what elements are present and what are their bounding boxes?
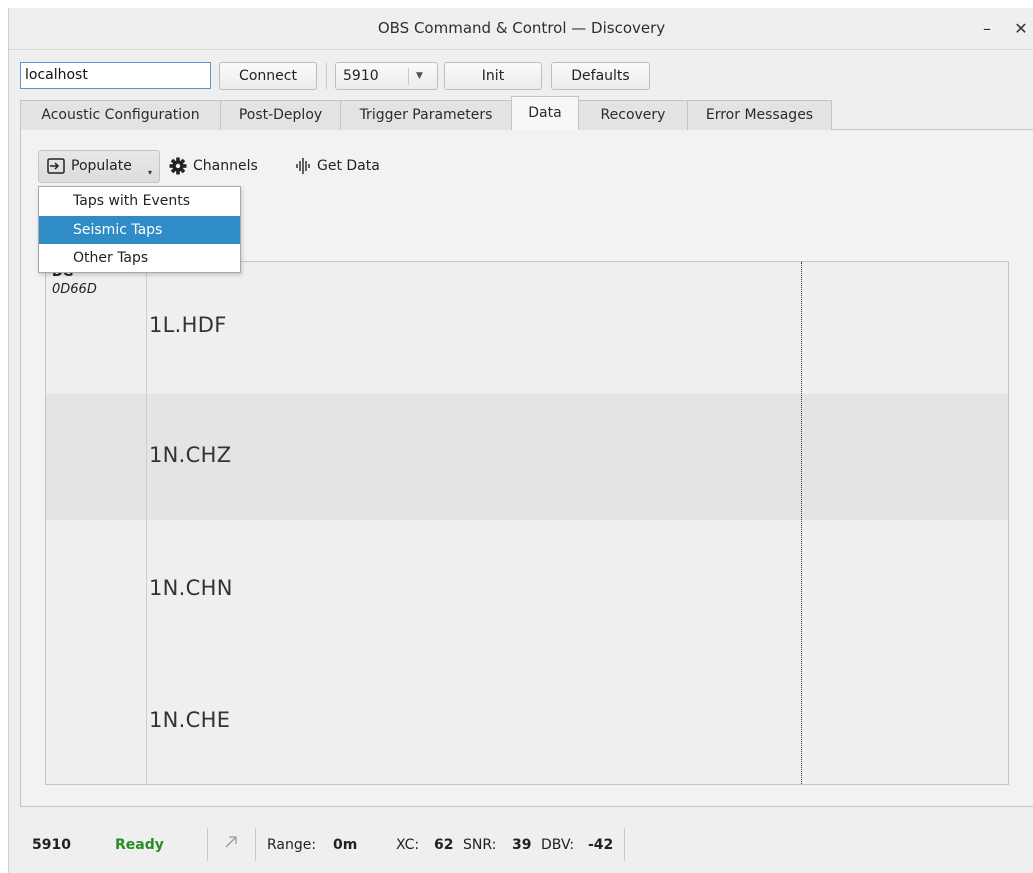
waveform-plot[interactable]: 1L.HDF 1N.CHZ 1N.CHN 1N.CHE DG 0D66D [45, 261, 1009, 785]
tab-acoustic-configuration[interactable]: Acoustic Configuration [20, 100, 221, 130]
station-id: 0D66D [52, 282, 97, 297]
populate-menu: Taps with Events Seismic Taps Other Taps [38, 186, 241, 273]
port-select[interactable]: 5910 ▼ [335, 62, 438, 90]
channel-row: 1L.HDF [46, 262, 1008, 388]
waveform-icon [296, 158, 310, 174]
channel-label: 1N.CHE [149, 708, 231, 732]
dbv-value: -42 [588, 837, 614, 853]
channel-label: 1L.HDF [149, 313, 227, 337]
status-state: Ready [115, 837, 164, 853]
arrow-up-right-icon[interactable] [223, 834, 239, 855]
title-bar[interactable]: OBS Command & Control — Discovery – ✕ [9, 8, 1033, 50]
status-separator [624, 828, 625, 861]
range-value: 0m [333, 837, 358, 853]
tab-error-messages[interactable]: Error Messages [687, 100, 832, 130]
tab-post-deploy[interactable]: Post-Deploy [220, 100, 341, 130]
toolbar-separator [326, 63, 327, 89]
status-port: 5910 [32, 837, 71, 853]
status-separator [207, 828, 208, 861]
menu-item-seismic-taps[interactable]: Seismic Taps [39, 216, 240, 244]
minimize-button[interactable]: – [974, 16, 1000, 42]
dbv-label: DBV: [541, 837, 575, 853]
channel-row: 1N.CHN [46, 520, 1008, 646]
xc-label: XC: [396, 837, 420, 853]
defaults-button[interactable]: Defaults [551, 62, 650, 90]
populate-label: Populate [71, 158, 132, 174]
get-data-button[interactable]: Get Data [295, 150, 380, 183]
select-divider [408, 68, 409, 85]
status-bar: 5910 Ready Range: 0m XC: 62 SNR: 39 DBV:… [9, 820, 1033, 870]
chevron-down-icon: ▼ [416, 71, 423, 81]
close-button[interactable]: ✕ [1008, 16, 1033, 42]
range-label: Range: [267, 837, 317, 853]
channel-row: 1N.CHZ [46, 394, 1008, 520]
gear-icon [169, 157, 187, 175]
tab-recovery[interactable]: Recovery [578, 100, 688, 130]
init-button[interactable]: Init [444, 62, 542, 90]
tab-trigger-parameters[interactable]: Trigger Parameters [340, 100, 512, 130]
get-data-label: Get Data [317, 158, 380, 174]
menu-item-other-taps[interactable]: Other Taps [39, 244, 240, 272]
populate-icon [47, 158, 65, 178]
channel-label: 1N.CHN [149, 576, 233, 600]
host-input[interactable]: localhost [20, 62, 211, 89]
main-window: OBS Command & Control — Discovery – ✕ lo… [8, 8, 1033, 873]
menu-item-taps-with-events[interactable]: Taps with Events [39, 187, 240, 215]
channels-button[interactable]: Channels [169, 150, 258, 183]
window-title: OBS Command & Control — Discovery [377, 19, 666, 37]
channels-label: Channels [193, 158, 258, 174]
channel-row: 1N.CHE [46, 646, 1008, 772]
time-cursor-line[interactable] [801, 262, 802, 784]
snr-value: 39 [512, 837, 532, 853]
xc-value: 62 [434, 837, 454, 853]
snr-label: SNR: [463, 837, 497, 853]
menu-caret-icon: ▾ [148, 168, 153, 177]
connect-button[interactable]: Connect [219, 62, 317, 90]
station-column [46, 262, 147, 784]
status-separator [255, 828, 256, 861]
populate-button[interactable]: Populate ▾ [38, 150, 160, 183]
tab-data[interactable]: Data [511, 96, 579, 130]
channel-label: 1N.CHZ [149, 443, 232, 467]
port-value: 5910 [343, 68, 379, 84]
